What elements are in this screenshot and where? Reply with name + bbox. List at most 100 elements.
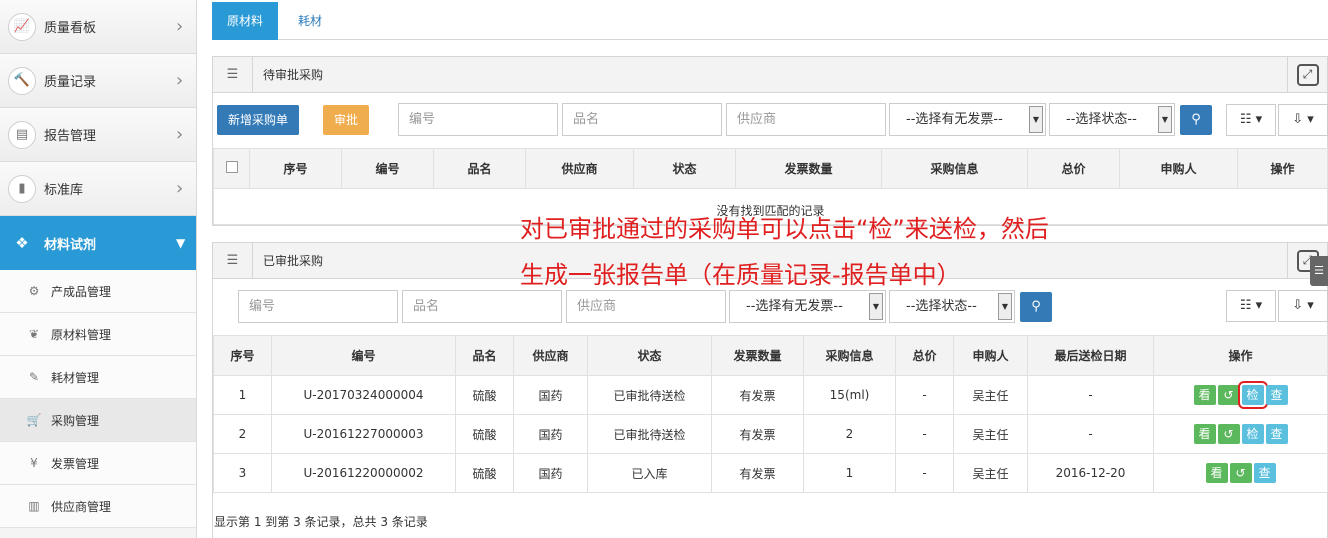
- new-purchase-button[interactable]: 新增采购单: [217, 105, 299, 135]
- code-search-input[interactable]: 编号: [238, 290, 398, 323]
- document-icon: ▤: [8, 120, 36, 149]
- column-header[interactable]: 总价: [895, 335, 954, 376]
- cell: -: [895, 375, 954, 415]
- view-button[interactable]: 看: [1193, 385, 1216, 405]
- status-select-value: --选择状态--: [906, 299, 977, 314]
- cell: 吴主任: [953, 453, 1028, 493]
- checkbox[interactable]: [225, 161, 238, 173]
- cell: 吴主任: [953, 414, 1028, 454]
- columns-toggle-button[interactable]: ☷ ▾: [1226, 290, 1276, 322]
- invoice-select-value: --选择有无发票--: [906, 112, 1003, 127]
- list-columns-icon: ☷ ▾: [1239, 112, 1263, 127]
- search-button[interactable]: ⚲: [1180, 105, 1212, 135]
- column-header[interactable]: 发票数量: [735, 148, 882, 189]
- sidebar-item-quality-records[interactable]: 🔨 质量记录 ›: [0, 54, 196, 108]
- tab-bar: 原材料 耗材: [212, 0, 1328, 40]
- column-header[interactable]: 申购人: [1119, 148, 1238, 189]
- sidebar-subitem-consumables[interactable]: ✎ 耗材管理: [0, 356, 196, 399]
- sidebar-subitem-suppliers[interactable]: ▥ 供应商管理: [0, 485, 196, 528]
- history-button[interactable]: ↺: [1229, 463, 1252, 483]
- export-icon: ⇩ ▾: [1292, 298, 1314, 313]
- sidebar-item-label: 质量看板: [44, 21, 97, 36]
- sidebar-subitem-raw-materials[interactable]: ❦ 原材料管理: [0, 313, 196, 356]
- sidebar-subitem-invoices[interactable]: ¥ 发票管理: [0, 442, 196, 485]
- sidebar-item-reports[interactable]: ▤ 报告管理 ›: [0, 108, 196, 162]
- supplier-search-input[interactable]: 供应商: [566, 290, 726, 323]
- name-search-input[interactable]: 品名: [562, 103, 722, 136]
- cell: 3: [213, 453, 272, 493]
- column-header[interactable]: 发票数量: [711, 335, 804, 376]
- select-all-checkbox-cell[interactable]: [213, 148, 250, 189]
- view-button[interactable]: 看: [1193, 424, 1216, 444]
- search-button[interactable]: ⚲: [1020, 292, 1052, 322]
- column-header[interactable]: 采购信息: [803, 335, 896, 376]
- side-tool-tab[interactable]: ☰: [1310, 256, 1328, 286]
- table-header-row: 序号 编号 品名 供应商 状态 发票数量 采购信息 总价 申购人 最后送检日期 …: [213, 335, 1328, 376]
- column-header[interactable]: 状态: [633, 148, 736, 189]
- view-button[interactable]: 看: [1205, 463, 1228, 483]
- expand-icon[interactable]: ⤢: [1296, 63, 1319, 86]
- code-search-input[interactable]: 编号: [398, 103, 558, 136]
- history-button[interactable]: ↺: [1217, 424, 1240, 444]
- column-header[interactable]: 申购人: [953, 335, 1028, 376]
- check-button[interactable]: 查: [1265, 424, 1288, 444]
- column-header[interactable]: 采购信息: [881, 148, 1028, 189]
- invoice-select[interactable]: --选择有无发票-- ▼: [729, 290, 886, 323]
- cell: 已审批待送检: [587, 414, 712, 454]
- cell: 2016-12-20: [1027, 453, 1154, 493]
- app-window: 📈 质量看板 › 🔨 质量记录 › ▤ 报告管理 › ▮ 标准库 › ❖ 材料试…: [0, 0, 1328, 538]
- cell: U-20161227000003: [271, 414, 456, 454]
- actions-cell: 看 ↺ 检查: [1153, 375, 1328, 415]
- cell: 有发票: [711, 414, 804, 454]
- column-header[interactable]: 序号: [213, 335, 272, 376]
- cell: -: [895, 414, 954, 454]
- export-button[interactable]: ⇩ ▾: [1278, 290, 1328, 322]
- column-header[interactable]: 编号: [271, 335, 456, 376]
- table-row: 1 U-20170324000004 硫酸 国药 已审批待送检 有发票 15(m…: [213, 375, 1328, 415]
- sidebar-subitem-finished-goods[interactable]: ⚙ 产成品管理: [0, 270, 196, 313]
- sidebar-item-materials[interactable]: ❖ 材料试剂 ▼: [0, 216, 196, 270]
- column-header[interactable]: 最后送检日期: [1027, 335, 1154, 376]
- column-header[interactable]: 总价: [1027, 148, 1120, 189]
- sidebar-item-quality-board[interactable]: 📈 质量看板 ›: [0, 0, 196, 54]
- gavel-icon: 🔨: [8, 66, 36, 95]
- supplier-search-input[interactable]: 供应商: [726, 103, 886, 136]
- tab-consumables[interactable]: 耗材: [284, 2, 336, 40]
- tab-raw-materials[interactable]: 原材料: [212, 2, 278, 40]
- chevron-right-icon: ›: [176, 178, 184, 199]
- cell: 国药: [513, 414, 588, 454]
- send-inspection-button[interactable]: 检: [1237, 381, 1268, 409]
- cell: 1: [213, 375, 272, 415]
- column-header: 操作: [1153, 335, 1328, 376]
- chevron-down-icon: ▼: [176, 236, 186, 250]
- yen-icon: ¥: [30, 456, 38, 470]
- column-header[interactable]: 供应商: [525, 148, 634, 189]
- column-header[interactable]: 序号: [249, 148, 342, 189]
- column-header[interactable]: 品名: [433, 148, 526, 189]
- export-button[interactable]: ⇩ ▾: [1278, 104, 1328, 136]
- history-button[interactable]: ↺: [1217, 385, 1240, 405]
- column-header[interactable]: 供应商: [513, 335, 588, 376]
- annotation-line-2: 生成一张报告单（在质量记录-报告单中）: [520, 261, 961, 289]
- column-header[interactable]: 品名: [455, 335, 514, 376]
- column-header[interactable]: 编号: [341, 148, 434, 189]
- cell: 硫酸: [455, 453, 514, 493]
- status-select-value: --选择状态--: [1066, 112, 1137, 127]
- invoice-select[interactable]: --选择有无发票-- ▼: [889, 103, 1046, 136]
- sidebar-subitem-purchasing[interactable]: 🛒 采购管理: [0, 399, 196, 442]
- status-select[interactable]: --选择状态-- ▼: [889, 290, 1015, 323]
- cell: 已入库: [587, 453, 712, 493]
- columns-toggle-button[interactable]: ☷ ▾: [1226, 104, 1276, 136]
- approve-button[interactable]: 审批: [323, 105, 369, 135]
- name-search-input[interactable]: 品名: [402, 290, 562, 323]
- column-header[interactable]: 状态: [587, 335, 712, 376]
- status-select[interactable]: --选择状态-- ▼: [1049, 103, 1175, 136]
- search-icon: ⚲: [1031, 299, 1041, 314]
- check-button[interactable]: 查: [1253, 463, 1276, 483]
- sidebar-item-standards[interactable]: ▮ 标准库 ›: [0, 162, 196, 216]
- check-button[interactable]: 查: [1265, 385, 1288, 405]
- building-icon: ▥: [28, 499, 40, 513]
- wrench-icon: ✎: [28, 370, 40, 384]
- panel-header: ☰ 待审批采购 ⤢: [213, 56, 1327, 93]
- send-inspection-button[interactable]: 检: [1241, 424, 1264, 444]
